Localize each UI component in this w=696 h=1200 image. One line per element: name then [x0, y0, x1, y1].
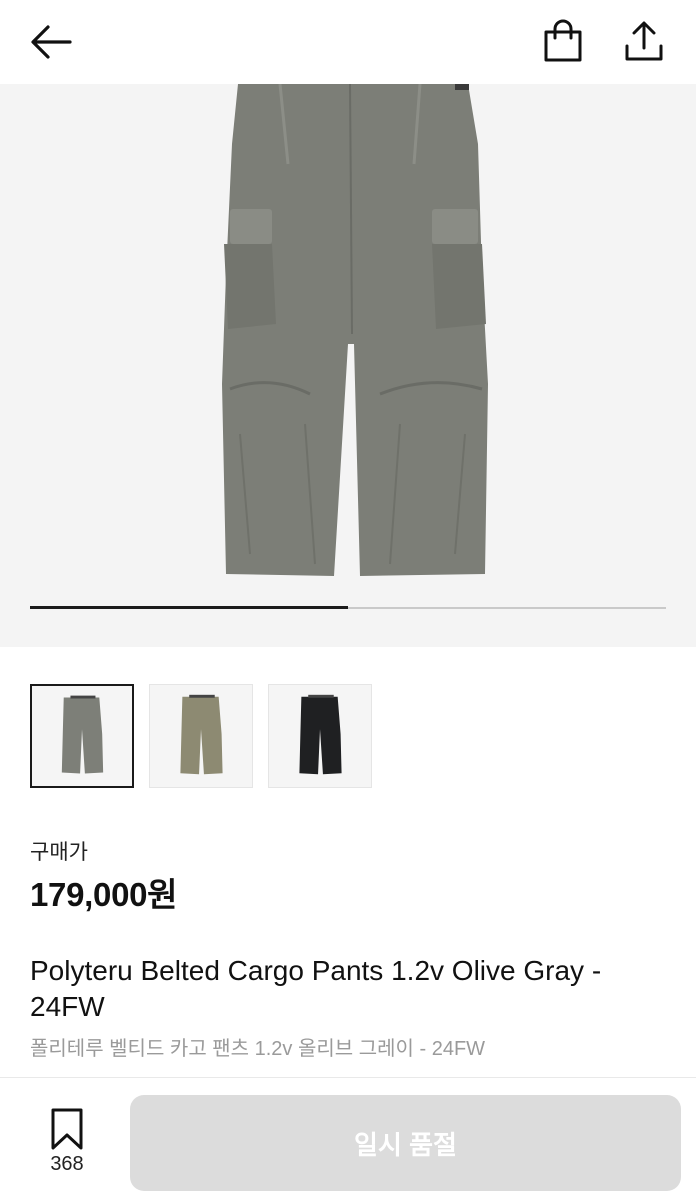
- price: 179,000원: [30, 876, 178, 913]
- product-name-en: Polyteru Belted Cargo Pants 1.2v Olive G…: [30, 955, 602, 1022]
- back-button[interactable]: [26, 20, 76, 64]
- bookmark-icon: [51, 1108, 83, 1150]
- thumbnail-image: [299, 694, 342, 775]
- thumbnail-olive-gray[interactable]: [30, 684, 134, 788]
- image-progress-track: [30, 606, 666, 609]
- product-image: [222, 84, 488, 576]
- bottom-action-bar: 368 일시 품절: [0, 1077, 696, 1200]
- thumbnail-khaki[interactable]: [149, 684, 253, 788]
- thumbnail-black[interactable]: [268, 684, 372, 788]
- thumbnail-image: [61, 695, 104, 774]
- cart-button[interactable]: [538, 18, 588, 66]
- share-icon: [625, 21, 663, 61]
- price-label: 구매가: [30, 841, 88, 864]
- product-image-carousel[interactable]: [0, 84, 696, 647]
- bookmark-count: 368: [50, 1153, 84, 1175]
- top-bar: [0, 0, 696, 84]
- back-arrow-icon: [31, 25, 72, 59]
- thumbnail-list: [30, 684, 372, 790]
- shopping-bag-icon: [544, 19, 582, 62]
- thumbnail-image: [180, 694, 223, 775]
- share-button[interactable]: [618, 18, 670, 66]
- image-progress-indicator: [30, 606, 348, 609]
- sold-out-button[interactable]: 일시 품절: [130, 1095, 681, 1191]
- bookmark-button[interactable]: 368: [36, 1108, 98, 1180]
- product-name-ko: 폴리테루 벨티드 카고 팬츠 1.2v 올리브 그레이 - 24FW: [30, 1038, 486, 1060]
